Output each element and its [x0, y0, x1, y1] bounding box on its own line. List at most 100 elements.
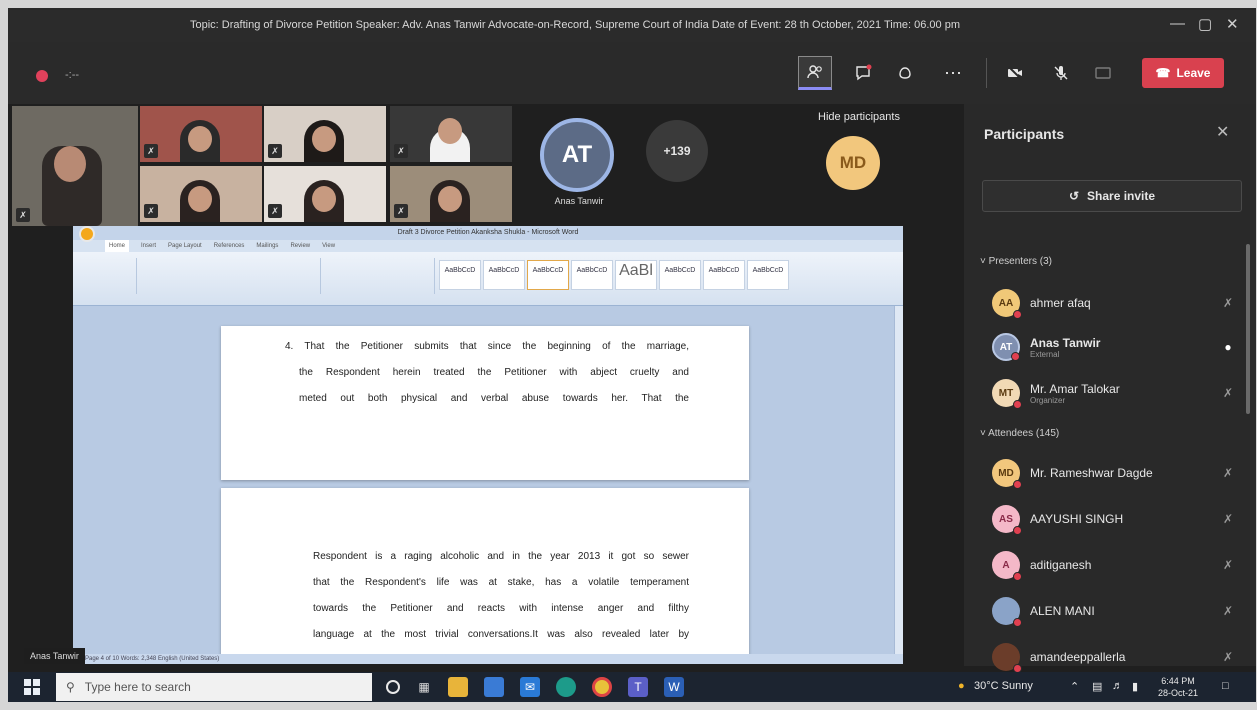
mic-off-icon	[1054, 66, 1068, 80]
document-page-2: Respondent is a raging alcoholic and in …	[221, 488, 749, 664]
participant-row[interactable]: MT Mr. Amar Talokar Organizer ✗	[992, 376, 1236, 410]
participant-photo-avatar	[992, 643, 1022, 673]
attendees-section-header[interactable]: ˅ Attendees (145)	[980, 428, 1059, 439]
status-dot	[1013, 526, 1022, 535]
presenters-section-header[interactable]: ˅ Presenters (3)	[980, 256, 1052, 267]
maximize-button[interactable]: ▢	[1198, 15, 1212, 33]
attendees-label: Attendees (145)	[988, 428, 1060, 439]
status-dot	[1013, 400, 1022, 409]
word-icon[interactable]: W	[664, 677, 684, 697]
tray-chevron-icon[interactable]: ⌃	[1070, 680, 1079, 693]
participant-name: aditiganesh	[1030, 558, 1092, 572]
style-no-spacing: AaBbCcD	[483, 260, 525, 290]
camera-toggle-button[interactable]	[998, 56, 1032, 90]
word-tab: Home	[105, 240, 130, 252]
video-tile[interactable]: ✗	[12, 106, 138, 226]
participant-name: Anas Tanwir	[1030, 335, 1101, 350]
office-button-icon	[79, 226, 95, 242]
meeting-toolbar: -:-- ⋯ ☎ Leave	[8, 42, 1256, 104]
mic-muted-icon: ✗	[394, 144, 408, 158]
chrome-icon[interactable]	[592, 677, 612, 697]
style-subtitle: AaBbCcD	[659, 260, 701, 290]
notifications-icon[interactable]: □	[1222, 680, 1229, 692]
participant-row[interactable]: AT Anas Tanwir External ●	[992, 330, 1236, 364]
video-tile[interactable]: ✗	[264, 106, 386, 162]
presenter-avatar[interactable]: AT	[540, 118, 614, 192]
video-tile[interactable]: ✗	[140, 166, 262, 222]
style-emphasis: AaBbCcD	[703, 260, 745, 290]
mic-muted-icon: ✗	[1222, 604, 1234, 618]
search-icon: ⚲	[66, 680, 75, 694]
phone-hangup-icon: ☎	[1155, 66, 1171, 80]
battery-icon[interactable]: ▮	[1132, 680, 1138, 693]
participant-row[interactable]: amandeeppallerla ✗	[992, 640, 1236, 674]
taskbar-search-box[interactable]: ⚲ Type here to search	[56, 673, 372, 701]
participant-row[interactable]: ALEN MANI ✗	[992, 594, 1236, 628]
mic-muted-icon: ✗	[1222, 296, 1234, 310]
chat-button[interactable]	[846, 56, 880, 90]
meeting-timer: -:--	[65, 69, 80, 81]
file-explorer-icon[interactable]	[448, 677, 468, 697]
shared-screen-word: Draft 3 Divorce Petition Akanksha Shukla…	[73, 226, 903, 664]
weather-text[interactable]: 30°C Sunny	[974, 680, 1033, 692]
windows-taskbar: ⚲ Type here to search ▦ ✉ T W ● 30°C Sun…	[8, 672, 1256, 702]
windows-start-icon[interactable]	[24, 679, 40, 695]
minimize-button[interactable]: —	[1170, 15, 1185, 32]
word-ribbon: AaBbCcD AaBbCcD AaBbCcD AaBbCcD AaBl AaB…	[73, 252, 903, 306]
participant-row[interactable]: A aditiganesh ✗	[992, 548, 1236, 582]
participant-avatar: MT	[992, 379, 1022, 409]
video-tile[interactable]: ✗	[264, 166, 386, 222]
video-tile[interactable]: ✗	[390, 166, 512, 222]
store-icon[interactable]	[484, 677, 504, 697]
status-dot	[1013, 572, 1022, 581]
mail-icon[interactable]: ✉	[520, 677, 540, 697]
video-tile[interactable]: ✗	[140, 106, 262, 162]
participant-row[interactable]: AS AAYUSHI SINGH ✗	[992, 502, 1236, 536]
leave-button[interactable]: ☎ Leave	[1142, 58, 1224, 88]
document-line: towards the Petitioner and reacts with i…	[313, 603, 689, 614]
participant-row[interactable]: MD Mr. Rameshwar Dagde ✗	[992, 456, 1236, 490]
leave-label: Leave	[1176, 66, 1211, 80]
network-icon[interactable]: ▤	[1092, 680, 1102, 693]
participant-avatar: A	[992, 551, 1022, 581]
status-dot	[1013, 480, 1022, 489]
font-group	[141, 258, 321, 294]
volume-icon[interactable]: ♬	[1112, 680, 1123, 692]
word-scrollbar	[894, 306, 903, 664]
cortana-icon[interactable]	[386, 680, 400, 694]
share-invite-button[interactable]: ↺ Share invite	[982, 180, 1242, 212]
teams-icon[interactable]: T	[628, 677, 648, 697]
mic-muted-icon: ✗	[268, 144, 282, 158]
style-heading-1: AaBbCcD	[527, 260, 569, 290]
hide-participants-button[interactable]: Hide participants	[798, 111, 920, 123]
word-tab: Page Layout	[168, 243, 202, 249]
mic-muted-icon: ✗	[394, 204, 408, 218]
mic-muted-icon: ✗	[144, 204, 158, 218]
teams-meeting-window: Topic: Drafting of Divorce Petition Spea…	[8, 8, 1256, 702]
self-avatar[interactable]: MD	[826, 136, 880, 190]
presenters-label: Presenters (3)	[988, 256, 1052, 267]
close-window-button[interactable]: ✕	[1226, 15, 1239, 33]
participant-name: amandeeppallerla	[1030, 650, 1126, 664]
task-view-icon[interactable]: ▦	[414, 677, 434, 697]
system-clock[interactable]: 6:44 PM 28-Oct-21	[1158, 675, 1198, 699]
mic-toggle-button[interactable]	[1044, 56, 1078, 90]
video-tile[interactable]: ✗	[390, 106, 512, 162]
mic-muted-icon: ✗	[1222, 466, 1234, 480]
close-panel-icon[interactable]: ✕	[1216, 122, 1229, 142]
edge-icon[interactable]	[556, 677, 576, 697]
style-title: AaBl	[615, 260, 657, 290]
panel-scrollbar[interactable]	[1246, 244, 1250, 414]
screen-presenter-tag: Anas Tanwir	[24, 648, 85, 664]
mic-muted-icon: ✗	[1222, 650, 1234, 664]
participants-button[interactable]	[798, 56, 832, 90]
word-tab: View	[322, 243, 336, 249]
reactions-button[interactable]	[888, 56, 922, 90]
more-participants-count[interactable]: +139	[646, 120, 708, 182]
more-actions-button[interactable]: ⋯	[936, 56, 970, 90]
document-line: Respondent is a raging alcoholic and in …	[313, 551, 689, 562]
recording-icon	[36, 70, 48, 82]
document-line: meted out both physical and verbal abuse…	[299, 393, 689, 404]
share-screen-button[interactable]	[1086, 56, 1120, 90]
participant-row[interactable]: AA ahmer afaq ✗	[992, 286, 1236, 320]
